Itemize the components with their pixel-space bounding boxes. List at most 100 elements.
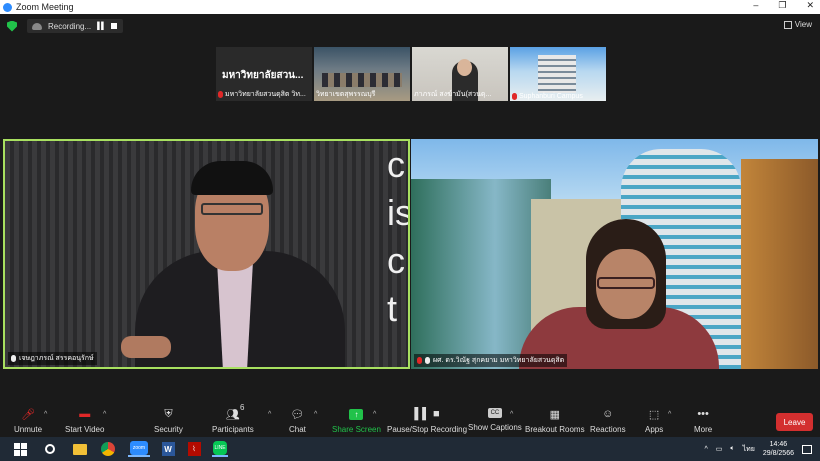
participants-count: 6 [240,403,245,412]
thumbnail-name: ภาภรณ์ สงฆ์ามัน(สวนดุ... [414,91,492,98]
encryption-shield-icon[interactable] [7,20,17,32]
taskbar-word[interactable]: W [160,441,176,457]
chat-bubble-icon: 💬︎ [290,408,305,421]
speaker-hand [121,336,171,358]
video-name-tag: เจษฎาภรณ์ สรรคอนุรักษ์ [8,352,97,365]
network-icon[interactable]: ▭ [716,445,723,453]
video-tile-active-speaker[interactable]: cisct เจษฎาภรณ์ สรรคอนุรักษ์ [3,139,410,369]
unmute-label: Unmute [14,425,43,434]
participants-button[interactable]: 👥︎ Participants [212,408,254,435]
share-caret-icon[interactable]: ^ [373,411,376,418]
captions-caret-icon[interactable]: ^ [510,411,513,418]
word-icon: W [161,442,175,456]
more-label: More [694,425,713,434]
thumbnail-name-tag: ภาภรณ์ สงฆ์ามัน(สวนดุ... [414,89,491,100]
taskbar-zoom[interactable]: zoom [128,441,150,457]
security-shield-icon: ⛨ [164,407,173,420]
start-button[interactable] [12,441,28,457]
meeting-topbar: Recording... ▌▌ View [0,14,820,38]
speaker-hair [191,161,273,195]
thumbnail-name: มหาวิทยาลัยสวนดุสิต วิท... [225,91,306,98]
video-off-icon: ▬ [79,408,91,420]
apps-button[interactable]: ⬚ Apps [645,408,664,435]
chat-label: Chat [289,425,306,434]
zoom-app-icon: zoom [130,441,148,455]
thumbnail-participant[interactable]: Suphanburi Campus [510,47,606,101]
pdf-icon: ⌇ [187,442,201,456]
taskbar-chrome[interactable] [100,441,116,457]
background-glass-lettering: cisct [387,144,408,329]
more-dots-icon: ••• [697,408,709,420]
maximize-button[interactable]: ❐ [778,0,786,11]
participant-video-face [457,59,472,76]
folder-icon [73,443,87,455]
pause-recording-icon[interactable]: ▌▌ [97,23,106,30]
participants-caret-icon[interactable]: ^ [268,411,271,418]
security-button[interactable]: ⛨ Security [154,407,183,435]
show-captions-label: Show Captions [468,423,522,432]
taskbar-acrobat[interactable]: ⌇ [186,441,202,457]
more-button[interactable]: ••• More [694,408,712,434]
reactions-smiley-icon: ☺ [602,408,614,420]
windows-logo-icon [13,442,27,456]
thumbnail-participant[interactable]: ภาภรณ์ สงฆ์ามัน(สวนดุ... [412,47,508,101]
chat-button[interactable]: 💬︎ Chat [289,408,306,435]
share-screen-label: Share Screen [332,425,381,434]
speaker-glasses [201,203,263,215]
pause-stop-icon: ▌▌ ■ [414,408,440,420]
search-button[interactable] [42,441,58,457]
close-button[interactable]: ✕ [806,0,814,11]
clock-time: 14:46 [769,441,788,448]
recording-indicator: Recording... ▌▌ [27,19,124,33]
thumbnail-participant[interactable]: มหาวิทยาลัยสวน... มหาวิทยาลัยสวนดุสิต วิ… [216,47,312,101]
pause-stop-recording-button[interactable]: ▌▌ ■ Pause/Stop Recording [387,408,467,434]
meeting-room-video [322,73,402,87]
notifications-icon[interactable] [802,444,812,454]
start-video-label: Start Video [65,425,105,434]
taskbar-line[interactable]: LINE [212,441,228,457]
breakout-rooms-button[interactable]: ▦ Breakout Rooms [525,408,585,435]
muted-mic-icon [512,93,517,100]
start-video-button[interactable]: ▬ Start Video [65,408,104,434]
video-options-caret-icon[interactable]: ^ [103,411,106,418]
participants-label: Participants [212,425,254,434]
input-language[interactable]: ไทย [743,444,755,455]
view-grid-icon [783,20,792,29]
mic-icon [11,355,16,362]
recording-label: Recording... [48,21,92,31]
video-tile-participant[interactable]: ผศ. ดร.วิณัฐ สุกคยาม มหาวิทยาลัยสวนดุสิต [411,139,818,369]
thumbnail-name-tag: มหาวิทยาลัยสวนดุสิต วิท... [218,89,306,100]
thumbnail-display-name: มหาวิทยาลัยสวน... [222,70,304,81]
apps-caret-icon[interactable]: ^ [668,411,671,418]
share-arrow-icon: ↑ [349,408,364,420]
audio-options-caret-icon[interactable]: ^ [44,411,47,418]
meeting-toolbar: 🎤︎ Unmute ^ ▬ Start Video ^ ⛨ Security 👥… [0,403,820,437]
minimize-button[interactable]: – [753,0,758,11]
participant-thumbnail-strip: มหาวิทยาลัยสวน... มหาวิทยาลัยสวนดุสิต วิ… [216,47,606,101]
windows-taskbar: zoom W ⌇ LINE ^ ▭ 🔈︎ ไทย 14:46 29/8/2566 [0,437,820,461]
thumbnail-name: วิทยาเขตสุพรรณบุรี [316,91,376,98]
mic-icon [425,357,430,364]
search-icon [45,444,55,454]
show-captions-button[interactable]: CC Show Captions [468,408,522,432]
show-hidden-icons-chevron-icon[interactable]: ^ [704,446,707,453]
apps-label: Apps [645,425,664,434]
breakout-rooms-grid-icon: ▦ [549,408,560,421]
thumbnail-participant[interactable]: วิทยาเขตสุพรรณบุรี [314,47,410,101]
volume-icon[interactable]: 🔈︎ [730,445,734,453]
security-label: Security [154,425,183,434]
chrome-icon [101,442,115,456]
taskbar-clock[interactable]: 14:46 29/8/2566 [763,440,794,458]
thumbnail-name-tag: Suphanburi Campus [512,93,583,100]
leave-button[interactable]: Leave [776,413,813,431]
view-button[interactable]: View [783,20,812,29]
reactions-button[interactable]: ☺ Reactions [590,408,626,434]
muted-mic-icon [218,91,223,98]
stop-recording-icon[interactable] [111,23,118,29]
participant-name: ผศ. ดร.วิณัฐ สุกคยาม มหาวิทยาลัยสวนดุสิต [433,357,565,364]
window-title: Zoom Meeting [16,2,74,12]
taskbar-file-explorer[interactable] [72,441,88,457]
unmute-button[interactable]: 🎤︎ Unmute [14,408,43,435]
chat-caret-icon[interactable]: ^ [314,411,317,418]
participant-name: เจษฎาภรณ์ สรรคอนุรักษ์ [19,355,94,362]
